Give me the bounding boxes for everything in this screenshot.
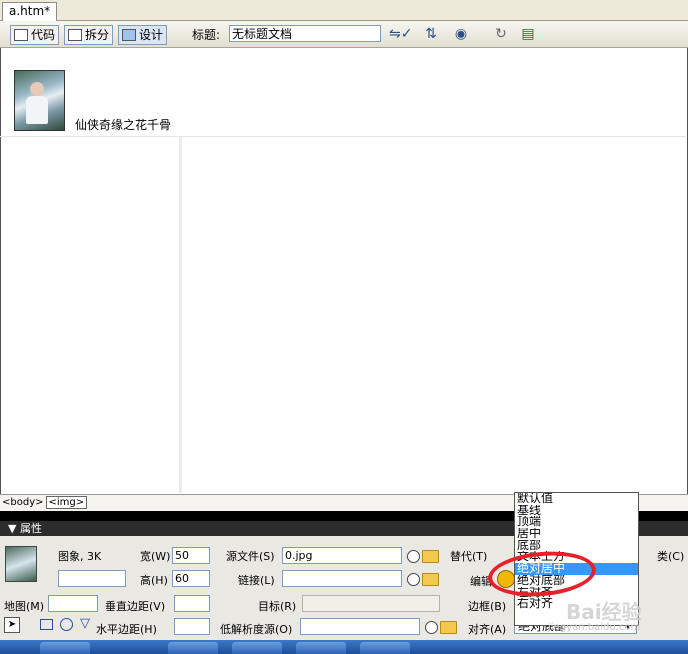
- lowsrc-point-to-file-icon[interactable]: [425, 621, 438, 634]
- split-view-icon: [68, 29, 82, 41]
- watermark-url: jingyan.baidu.com: [548, 622, 641, 633]
- link-field[interactable]: [282, 570, 402, 587]
- column-divider: [179, 137, 182, 493]
- split-view-label: 拆分: [85, 27, 110, 42]
- link-point-to-file-icon[interactable]: [407, 573, 420, 586]
- preview-globe-icon[interactable]: ◉: [450, 25, 472, 43]
- point-to-file-icon[interactable]: [407, 550, 420, 563]
- pointer-hotspot-icon[interactable]: ➤: [4, 617, 20, 633]
- design-view-icon: [122, 29, 136, 41]
- view-options-icon[interactable]: ▤: [517, 25, 539, 43]
- class-label: 类(C): [657, 550, 685, 563]
- image-figure-dress: [26, 96, 48, 124]
- height-label: 高(H): [140, 574, 168, 587]
- src-label: 源文件(S): [226, 550, 275, 563]
- row-divider: [0, 136, 686, 137]
- map-field[interactable]: [48, 595, 98, 612]
- taskbar-ie-button[interactable]: [40, 642, 90, 654]
- design-view-label: 设计: [139, 27, 164, 42]
- align-label: 对齐(A): [468, 623, 507, 636]
- watermark: Bai经验: [566, 600, 642, 624]
- image-thumbnail: [5, 546, 37, 582]
- code-view-button[interactable]: 代码: [10, 25, 60, 45]
- taskbar-app-button[interactable]: [360, 642, 410, 654]
- document-tab[interactable]: a.htm*: [2, 2, 58, 21]
- validate-icon[interactable]: ⇋✓: [389, 25, 412, 43]
- tag-body[interactable]: <body>: [0, 495, 46, 511]
- design-view[interactable]: [0, 48, 688, 494]
- target-label: 目标(R): [258, 600, 297, 613]
- rect-hotspot-icon[interactable]: [40, 619, 53, 630]
- map-label: 地图(M): [4, 600, 45, 613]
- refresh-icon[interactable]: ↻: [490, 25, 512, 43]
- vspace-field[interactable]: [174, 595, 210, 612]
- split-view-button[interactable]: 拆分: [64, 25, 114, 45]
- border-label: 边框(B): [468, 600, 507, 613]
- code-view-icon: [14, 29, 28, 41]
- align-option[interactable]: 默认值: [515, 493, 638, 505]
- design-view-button[interactable]: 设计: [118, 25, 168, 45]
- tag-img[interactable]: <img>: [45, 496, 88, 509]
- lowsrc-label: 低解析度源(O): [220, 623, 293, 636]
- image-figure-face: [30, 82, 44, 96]
- image-caption: 仙侠奇缘之花千骨: [75, 118, 172, 132]
- taskbar-folder-button[interactable]: [168, 642, 218, 654]
- link-label: 链接(L): [238, 574, 275, 587]
- target-select[interactable]: [302, 595, 440, 612]
- align-option[interactable]: 基线: [515, 505, 638, 517]
- taskbar-app-button[interactable]: [296, 642, 346, 654]
- properties-header-label: ▼ 属性: [8, 522, 42, 535]
- link-browse-folder-icon[interactable]: [422, 573, 439, 586]
- align-option[interactable]: 顶端: [515, 516, 638, 528]
- circle-hotspot-icon[interactable]: [60, 618, 73, 631]
- hspace-field[interactable]: [174, 618, 210, 635]
- polygon-hotspot-icon[interactable]: ▽: [80, 616, 90, 631]
- align-option[interactable]: 居中: [515, 528, 638, 540]
- image-info-label: 图象, 3K: [58, 550, 102, 563]
- title-input[interactable]: 无标题文档: [229, 25, 381, 42]
- document-tab-bar: a.htm*: [0, 0, 688, 21]
- code-view-label: 代码: [31, 27, 56, 42]
- width-field[interactable]: 50: [172, 547, 210, 564]
- image-name-field[interactable]: [58, 570, 126, 587]
- width-label: 宽(W): [140, 550, 171, 563]
- vspace-label: 垂直边距(V): [105, 600, 166, 613]
- align-option[interactable]: 底部: [515, 540, 638, 552]
- taskbar-app-button[interactable]: [232, 642, 282, 654]
- lowsrc-browse-folder-icon[interactable]: [440, 621, 457, 634]
- lowsrc-field[interactable]: [300, 618, 420, 635]
- file-transfer-icon[interactable]: ⇅: [420, 25, 442, 43]
- browse-folder-icon[interactable]: [422, 550, 439, 563]
- alt-label: 替代(T): [450, 550, 488, 563]
- height-field[interactable]: 60: [172, 570, 210, 587]
- title-label: 标题:: [192, 28, 221, 42]
- src-field[interactable]: 0.jpg: [282, 547, 402, 564]
- hspace-label: 水平边距(H): [96, 623, 157, 636]
